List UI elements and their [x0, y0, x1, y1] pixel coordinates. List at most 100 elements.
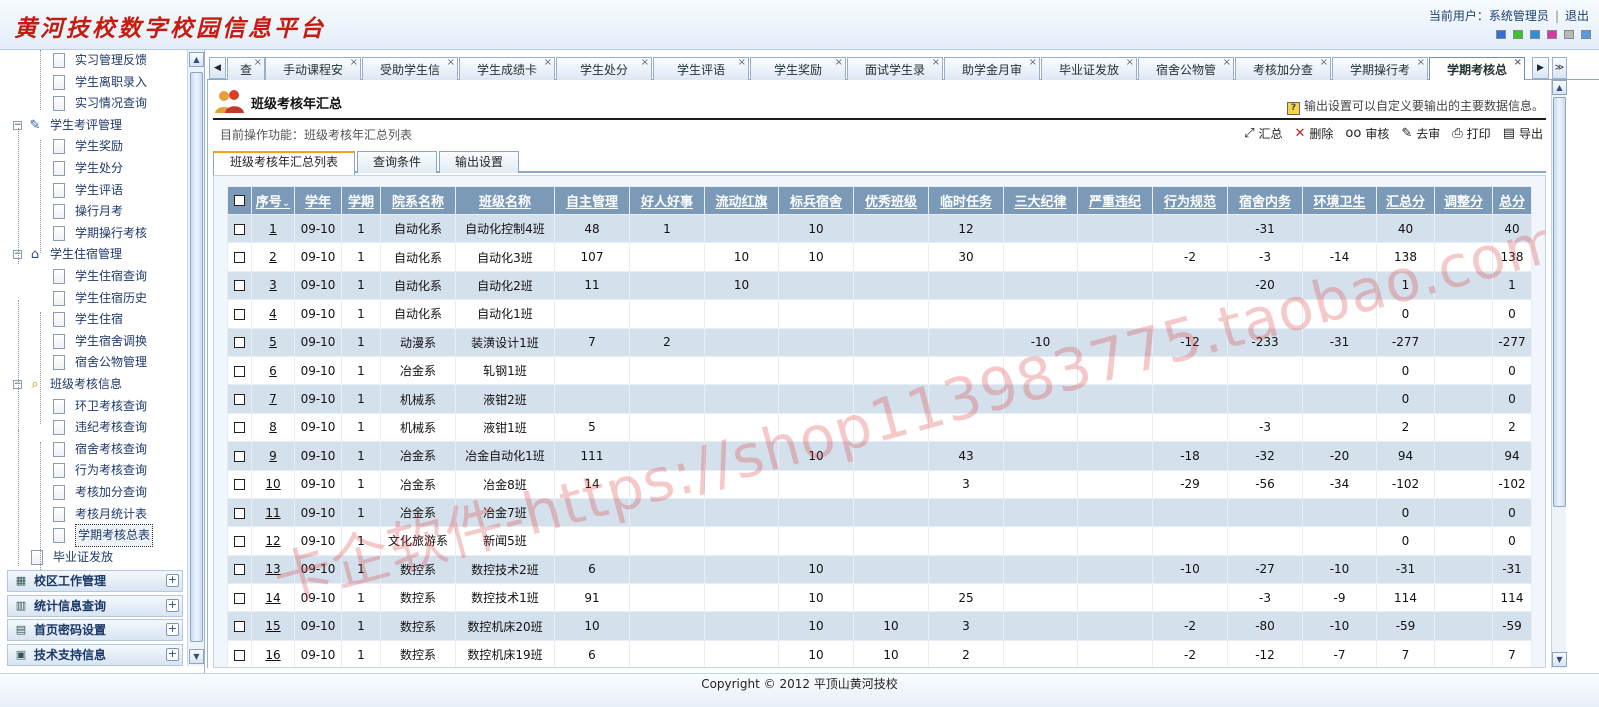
column-header[interactable]: 三大纪律 [1003, 186, 1078, 215]
tab-10[interactable]: 毕业证发放 × [1041, 57, 1137, 80]
tab-9[interactable]: 助学金月审 × [944, 57, 1040, 80]
table-row[interactable]: 3 09-10 1 自动化系 自动化2班 11 10 -20 1 1 [227, 270, 1532, 301]
row-checkbox[interactable] [234, 308, 245, 320]
table-row[interactable]: 8 09-10 1 机械系 液钳1班 5 -3 2 2 [227, 412, 1532, 443]
tree-item[interactable]: 行为考核查询 [53, 460, 147, 481]
row-number-link[interactable]: 15 [251, 611, 295, 641]
summary-button[interactable]: ⤢ 汇总 [1244, 125, 1282, 142]
tree-item[interactable]: 学生离职录入 [53, 72, 147, 93]
tree-item[interactable]: 学期操行考核 [53, 223, 147, 244]
tree-item[interactable]: 学生奖励 [53, 136, 123, 157]
skin-swatch[interactable] [1581, 30, 1591, 39]
skin-swatch[interactable] [1530, 30, 1540, 39]
row-checkbox[interactable] [234, 507, 245, 519]
accordion-3[interactable]: ▤ 首页密码设置 + [7, 619, 183, 641]
content-scrollbar[interactable]: ▲ ▼ [1551, 80, 1567, 668]
column-header[interactable]: 优秀班级 [853, 186, 929, 215]
row-number-link[interactable]: 4 [251, 299, 295, 329]
tree-group[interactable]: − ✎ 学生考评管理 [13, 115, 122, 136]
row-number-link[interactable]: 10 [251, 469, 295, 499]
tab-close-icon[interactable]: × [447, 58, 455, 75]
row-select-cell[interactable] [227, 441, 252, 471]
table-row[interactable]: 6 09-10 1 冶金系 轧钢1班 0 0 [227, 355, 1532, 386]
tab-13[interactable]: 学期操行考 × [1332, 57, 1428, 80]
row-number-link[interactable]: 1 [251, 213, 295, 244]
accordion-1[interactable]: ▦ 校区工作管理 + [7, 570, 183, 592]
column-header[interactable]: 环境卫生 [1302, 186, 1377, 215]
delete-button[interactable]: ✕ 删除 [1294, 125, 1333, 142]
tree-item[interactable]: 宿舍公物管理 [53, 352, 147, 373]
column-header[interactable]: 调整分 [1434, 186, 1493, 215]
expand-plus-icon[interactable]: + [166, 598, 179, 612]
tree-item[interactable]: 实习情况查询 [53, 93, 147, 114]
table-row[interactable]: 4 09-10 1 自动化系 自动化1班 0 0 [227, 299, 1532, 329]
tree-item[interactable]: 学期考核总表 [53, 524, 154, 548]
row-number-link[interactable]: 13 [251, 554, 295, 585]
tree-item[interactable]: 学生住宿历史 [53, 288, 147, 309]
tab-12[interactable]: 考核加分查 × [1235, 57, 1331, 80]
row-select-cell[interactable] [227, 412, 252, 443]
row-select-cell[interactable] [227, 384, 252, 414]
subtab-1[interactable]: 班级考核年汇总列表 [213, 151, 355, 175]
column-header[interactable]: 学年 [294, 186, 342, 215]
tab-close-icon[interactable]: × [641, 58, 649, 75]
row-select-cell[interactable] [227, 270, 252, 301]
tree-group[interactable]: − ⌂ 学生住宿管理 [13, 244, 122, 265]
tab-close-icon[interactable]: × [1029, 58, 1037, 75]
select-all-checkbox[interactable] [234, 195, 245, 206]
tree-item[interactable]: 宿舍考核查询 [53, 439, 147, 460]
table-row[interactable]: 13 09-10 1 数控系 数控技术2班 6 10 -10 -27 -10 -31 -31 [227, 554, 1532, 585]
row-number-link[interactable]: 3 [251, 270, 295, 301]
tab-close-icon[interactable]: × [1514, 58, 1522, 75]
tab-scroll-left-icon[interactable]: ◀ [209, 57, 226, 79]
tab-1[interactable]: 查 × [227, 57, 265, 80]
row-checkbox[interactable] [234, 592, 245, 604]
table-row[interactable]: 11 09-10 1 冶金系 冶金7班 0 0 [227, 497, 1532, 528]
table-row[interactable]: 5 09-10 1 动漫系 装潢设计1班 7 2 -10 -12 -233 -31 -277 -277 [227, 327, 1532, 357]
row-checkbox[interactable] [234, 450, 245, 462]
subtab-3[interactable]: 输出设置 [439, 151, 519, 173]
column-header[interactable]: 总分 [1492, 186, 1532, 215]
row-select-cell[interactable] [227, 554, 252, 585]
row-select-cell[interactable] [227, 355, 252, 386]
sidebar-scrollbar[interactable]: ▲ ▼ [187, 50, 204, 666]
table-row[interactable]: 7 09-10 1 机械系 液钳2班 0 0 [227, 384, 1532, 414]
column-header[interactable]: 学期 [341, 186, 381, 215]
column-header[interactable]: 院系名称 [380, 186, 456, 215]
tab-close-icon[interactable]: × [254, 58, 262, 75]
table-row[interactable]: 14 09-10 1 数控系 数控技术1班 91 10 25 -3 -9 114 114 [227, 583, 1532, 613]
tree-item[interactable]: 考核加分查询 [53, 482, 147, 503]
scroll-thumb[interactable] [190, 72, 203, 642]
column-header[interactable]: 好人好事 [629, 186, 705, 215]
scroll-down-arrow-icon[interactable]: ▼ [189, 649, 204, 664]
tree-item[interactable]: 操行月考 [53, 201, 123, 222]
column-header[interactable]: 严重违纪 [1077, 186, 1153, 215]
tab-close-icon[interactable]: × [1320, 58, 1328, 75]
tab-close-icon[interactable]: × [350, 58, 358, 75]
row-number-link[interactable]: 9 [251, 441, 295, 471]
unaudit-clip-button[interactable]: ✎ 去审 [1401, 125, 1440, 142]
tab-8[interactable]: 面试学生录 × [847, 57, 943, 80]
tab-close-icon[interactable]: × [1223, 58, 1231, 75]
tab-menu-chevron-icon[interactable]: ≫ [1552, 57, 1567, 79]
scroll-up-arrow-icon[interactable]: ▲ [189, 52, 204, 67]
tab-close-icon[interactable]: × [544, 58, 552, 75]
row-number-link[interactable]: 6 [251, 355, 295, 386]
column-header[interactable]: 临时任务 [928, 186, 1004, 215]
column-header[interactable]: 班级名称 [455, 186, 555, 215]
column-header[interactable]: 自主管理 [554, 186, 630, 215]
table-row[interactable]: 2 09-10 1 自动化系 自动化3班 107 10 10 30 -2 -3 -14 138 138 [227, 242, 1532, 272]
tree-item[interactable]: 学生住宿 [53, 309, 123, 330]
row-checkbox[interactable] [234, 649, 245, 661]
row-number-link[interactable]: 12 [251, 526, 295, 556]
tree-item[interactable]: 学生评语 [53, 180, 123, 201]
row-select-cell[interactable] [227, 611, 252, 641]
row-number-link[interactable]: 11 [251, 497, 295, 528]
column-header[interactable]: 宿舍内务 [1227, 186, 1303, 215]
column-header[interactable]: 标兵宿舍 [778, 186, 854, 215]
table-row[interactable]: 9 09-10 1 冶金系 冶金自动化1班 111 10 43 -18 -32 -20 94 94 [227, 441, 1532, 471]
select-all-header[interactable] [227, 186, 252, 215]
row-select-cell[interactable] [227, 526, 252, 556]
tab-7[interactable]: 学生奖励 × [750, 57, 846, 80]
row-checkbox[interactable] [234, 621, 245, 633]
